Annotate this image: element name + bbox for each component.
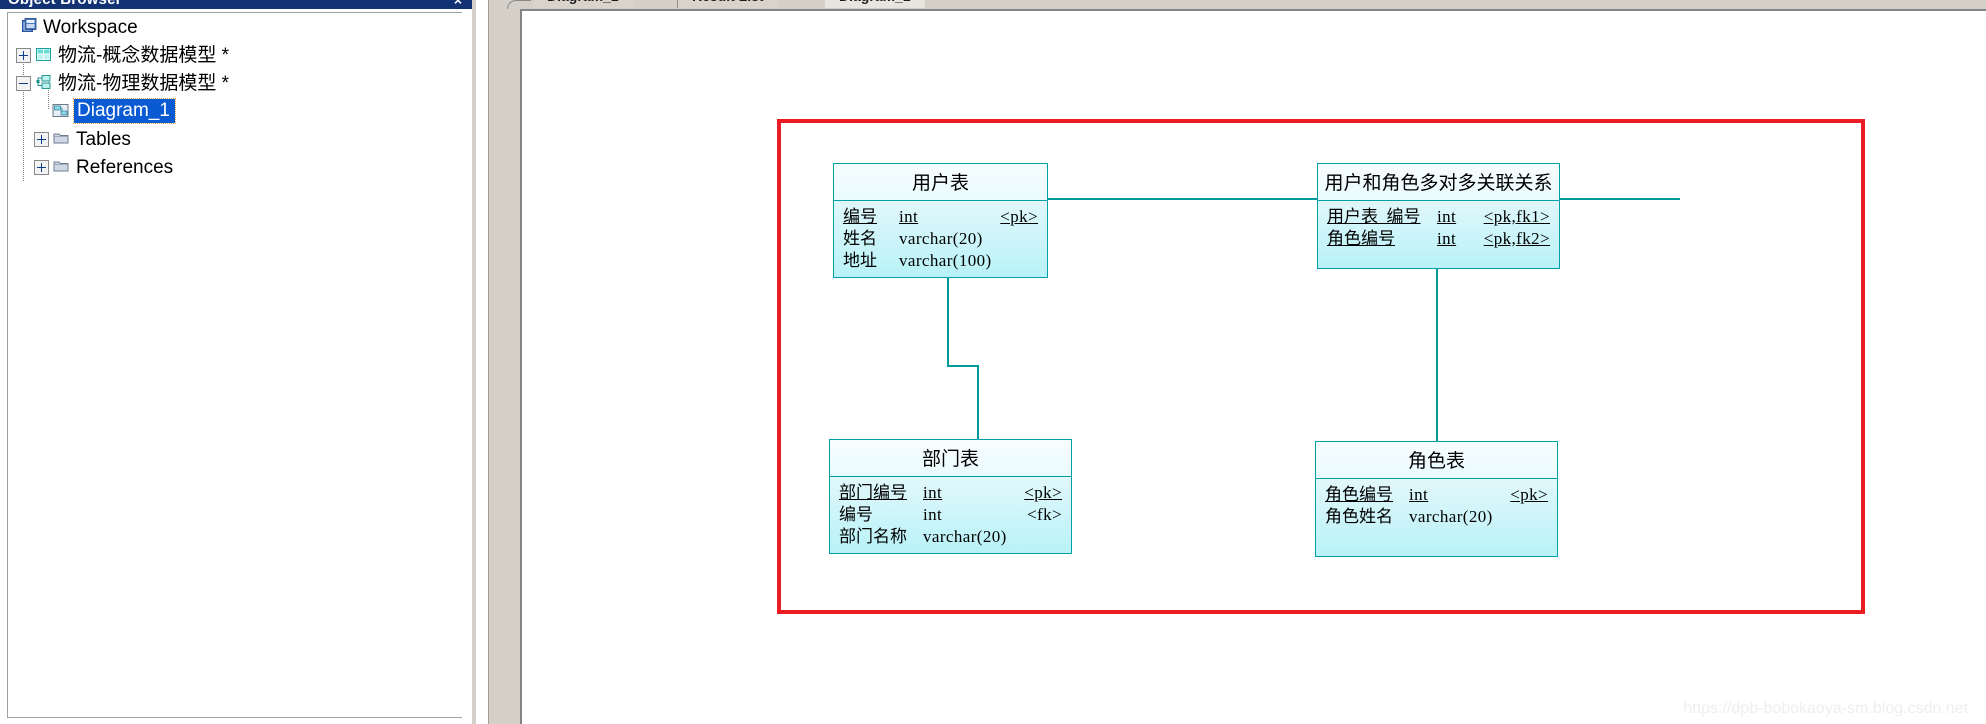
- table-row[interactable]: 角色编号 int <pk,fk2>: [1327, 228, 1550, 250]
- entity-role-table[interactable]: 角色表 角色编号 int <pk> 角色姓名 varchar(20): [1315, 441, 1558, 557]
- attribute-key: [1496, 506, 1548, 528]
- attribute-key: <pk>: [1496, 484, 1548, 506]
- attribute-key: [984, 228, 1038, 250]
- table-row[interactable]: 角色姓名 varchar(20): [1325, 506, 1548, 528]
- folder-icon: [52, 130, 72, 148]
- attribute-name: 部门名称: [839, 526, 923, 548]
- expand-icon[interactable]: [34, 160, 49, 175]
- table-row[interactable]: 部门编号 int <pk>: [839, 482, 1062, 504]
- attribute-type: varchar(100): [899, 250, 992, 272]
- table-row[interactable]: 地址 varchar(100): [843, 250, 1038, 272]
- workspace-icon: [19, 18, 39, 36]
- attribute-type: varchar(20): [923, 526, 1010, 548]
- attribute-key: <pk>: [1010, 482, 1062, 504]
- table-row[interactable]: 部门名称 varchar(20): [839, 526, 1062, 548]
- entity-title: 部门表: [830, 440, 1071, 477]
- table-row[interactable]: 用户表_编号 int <pk,fk1>: [1327, 206, 1550, 228]
- attribute-key: <pk,fk2>: [1464, 228, 1550, 250]
- entity-title: 用户和角色多对多关联关系: [1318, 164, 1559, 201]
- sidebar-item-cdm[interactable]: 物流-概念数据模型 *: [8, 41, 462, 69]
- document-tabstrip[interactable]: Diagram_1 Result List Diagram_1: [505, 0, 1986, 9]
- attribute-name: 角色姓名: [1325, 506, 1409, 528]
- entity-department-table[interactable]: 部门表 部门编号 int <pk> 编号 int <fk> 部门名称 varch…: [829, 439, 1072, 554]
- watermark-text: https://dpb-bobokaoya-sm.blog.csdn.net: [1683, 700, 1968, 718]
- tab-diagram-1-a[interactable]: Diagram_1: [533, 0, 633, 8]
- attribute-type: int: [923, 482, 1010, 504]
- object-browser-tree[interactable]: Workspace 物流-概念数据模型 *: [7, 12, 462, 718]
- attribute-type: varchar(20): [899, 228, 984, 250]
- attribute-name: 编号: [839, 504, 923, 526]
- sidebar-item-label: References: [72, 158, 173, 177]
- table-row[interactable]: 姓名 varchar(20): [843, 228, 1038, 250]
- attribute-name: 角色编号: [1327, 228, 1437, 250]
- entity-title: 角色表: [1316, 442, 1557, 479]
- attribute-type: varchar(20): [1409, 506, 1496, 528]
- tabstrip-corner: [507, 0, 531, 9]
- tab-diagram-1-b[interactable]: Diagram_1: [825, 0, 925, 8]
- entity-user-role-assoc-table[interactable]: 用户和角色多对多关联关系 用户表_编号 int <pk,fk1> 角色编号 in…: [1317, 163, 1560, 269]
- entity-attribute-list: 用户表_编号 int <pk,fk1> 角色编号 int <pk,fk2>: [1318, 201, 1559, 268]
- entity-title: 用户表: [834, 164, 1047, 201]
- diagram-canvas[interactable]: 用户表 编号 int <pk> 姓名 varchar(20) 地址 varcha…: [520, 9, 1986, 724]
- table-row[interactable]: 编号 int <pk>: [843, 206, 1038, 228]
- sidebar-item-label: Diagram_1: [74, 99, 175, 124]
- table-row[interactable]: 编号 int <fk>: [839, 504, 1062, 526]
- attribute-type: int: [923, 504, 1010, 526]
- attribute-name: 用户表_编号: [1327, 206, 1437, 228]
- folder-icon: [52, 158, 72, 176]
- attribute-key: <pk>: [984, 206, 1038, 228]
- sidebar-item-label: 物流-概念数据模型 *: [54, 46, 229, 65]
- expand-icon[interactable]: [34, 132, 49, 147]
- entity-user-table[interactable]: 用户表 编号 int <pk> 姓名 varchar(20) 地址 varcha…: [833, 163, 1048, 278]
- tab-result-list[interactable]: Result List: [677, 0, 778, 8]
- attribute-name: 姓名: [843, 228, 899, 250]
- sidebar-item-references[interactable]: References: [8, 153, 462, 181]
- close-icon[interactable]: ×: [454, 0, 462, 8]
- object-browser-title: Object Browser: [8, 0, 122, 8]
- attribute-key: <fk>: [1010, 504, 1062, 526]
- sidebar-item-label: Workspace: [39, 18, 138, 37]
- attribute-name: 部门编号: [839, 482, 923, 504]
- attribute-name: 角色编号: [1325, 484, 1409, 506]
- mdi-client-area: Diagram_1 Result List Diagram_1 用户表 编号 i…: [505, 0, 1986, 724]
- panel-splitter-track: [476, 0, 489, 724]
- attribute-type: int: [1437, 206, 1464, 228]
- attribute-name: 编号: [843, 206, 899, 228]
- entity-attribute-list: 部门编号 int <pk> 编号 int <fk> 部门名称 varchar(2…: [830, 477, 1071, 553]
- pdm-model-icon: [34, 74, 54, 92]
- entity-attribute-list: 编号 int <pk> 姓名 varchar(20) 地址 varchar(10…: [834, 201, 1047, 277]
- table-row[interactable]: 角色编号 int <pk>: [1325, 484, 1548, 506]
- collapse-icon[interactable]: [16, 76, 31, 91]
- attribute-type: int: [1409, 484, 1496, 506]
- attribute-key: [1010, 526, 1062, 548]
- attribute-name: 地址: [843, 250, 899, 272]
- attribute-type: int: [1437, 228, 1464, 250]
- object-browser-panel: Object Browser × Workspace: [0, 0, 472, 724]
- object-browser-titlebar: Object Browser ×: [0, 0, 472, 9]
- sidebar-item-pdm[interactable]: 物流-物理数据模型 *: [8, 69, 462, 97]
- sidebar-item-tables[interactable]: Tables: [8, 125, 462, 153]
- cdm-model-icon: [34, 46, 54, 64]
- diagram-icon: [51, 102, 71, 120]
- attribute-key: [992, 250, 1046, 272]
- attribute-type: int: [899, 206, 984, 228]
- attribute-key: <pk,fk1>: [1464, 206, 1550, 228]
- expand-icon[interactable]: [16, 48, 31, 63]
- sidebar-item-label: 物流-物理数据模型 *: [54, 74, 229, 93]
- entity-attribute-list: 角色编号 int <pk> 角色姓名 varchar(20): [1316, 479, 1557, 556]
- link-dept-to-user-h: [947, 365, 979, 367]
- sidebar-item-workspace[interactable]: Workspace: [8, 13, 462, 41]
- sidebar-item-diagram-1[interactable]: Diagram_1: [8, 97, 462, 125]
- sidebar-item-label: Tables: [72, 130, 131, 149]
